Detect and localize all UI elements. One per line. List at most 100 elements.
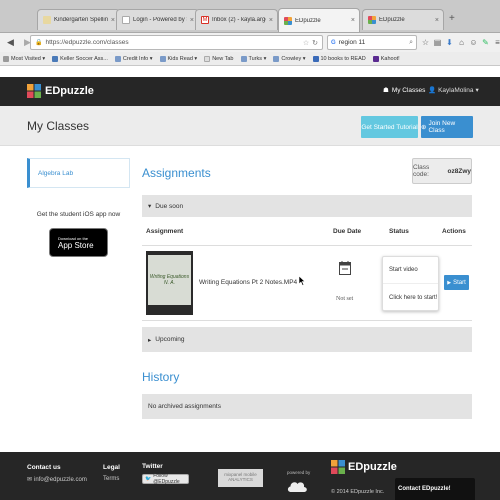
chat-icon[interactable]: ☺ [469,36,478,48]
user-menu[interactable]: 👤 KaylaMolina ▾ [428,86,479,95]
google-icon: G [331,39,336,46]
document-icon [43,16,51,24]
tab-label: Inbox (2) - kayla.argo@ [212,17,266,23]
bookmark-star-icon[interactable]: ☆ [303,39,309,47]
due-date-value: Not set [336,296,354,302]
page-icon [204,55,211,62]
bookmark-label: Turks ▾ [248,55,267,62]
gmail-icon: M [201,16,209,24]
site-icon [312,55,319,62]
bookmark-item[interactable]: Crowley ▾ [273,55,306,62]
status-click-to-start[interactable]: Click here to start! [383,284,438,311]
browser-tab[interactable]: Login - Powered by Skyward × [116,9,199,30]
due-soon-section[interactable]: ▾ Due soon [142,195,472,217]
browser-tab-active[interactable]: EDpuzzle × [278,8,360,32]
status-popover: Start video Click here to start! [382,256,439,311]
search-icon[interactable]: ⌕ [409,39,413,47]
bookmark-item[interactable]: Turks ▾ [240,55,267,62]
twitter-follow-button[interactable]: 🐦 Follow @EDpuzzle [142,473,189,485]
play-icon: ▶ [447,279,452,286]
logo-text: EDpuzzle [45,85,94,97]
get-started-tutorial-button[interactable]: Get Started Tutorial [361,116,418,138]
column-header: Actions [442,228,466,235]
footer-terms-link[interactable]: Terms [103,476,120,482]
browser-tab-bar: Kindergarten Spelling List × Login - Pow… [0,0,500,33]
footer-contact-heading: Contact us [27,464,61,471]
folder-icon [159,55,166,62]
close-icon[interactable]: × [190,17,194,24]
folder-icon [273,55,280,62]
browser-tab[interactable]: Kindergarten Spelling List × [37,9,120,30]
footer-legal-column: Legal Terms [103,464,120,482]
join-new-class-label: Join New Class [428,120,456,134]
powered-by-text: powered by [287,470,311,475]
app-header: EDpuzzle ☗ My Classes 👤 KaylaMolina ▾ [0,77,500,106]
column-header: Status [389,228,409,235]
tab-label: Kindergarten Spelling List [54,17,108,23]
bookmark-item[interactable]: Most Visited ▾ [3,55,45,62]
evernote-icon[interactable]: ✎ [481,36,490,48]
assignment-title[interactable]: Writing Equations Pt 2 Notes.MP4 [199,279,297,286]
bookmark-item[interactable]: Kahoot! [372,55,400,62]
footer-email-link[interactable]: ✉ info@edpuzzle.com [27,476,87,484]
star-icon[interactable]: ☆ [421,36,430,48]
home-icon[interactable]: ⌂ [457,36,466,48]
puzzle-logo-icon [27,84,41,98]
upcoming-section[interactable]: ▸ Upcoming [142,327,472,352]
mixpanel-subtext: ANALYTICS [228,477,253,482]
calendar-icon [339,261,351,275]
footer-twitter-column: Twitter 🐦 Follow @EDpuzzle [142,463,189,485]
bookmark-item[interactable]: Kids Read ▾ [159,55,197,62]
page-title: My Classes [27,119,90,133]
app-store-badge[interactable]: Download on the App Store [49,228,108,257]
sidebar-item-algebra-lab[interactable]: Algebra Lab [27,158,130,188]
bookmarks-bar: Most Visited ▾ Keller Soccer Ass... Cred… [0,52,500,66]
footer-edpuzzle-logo[interactable]: EDpuzzle [331,460,397,474]
close-icon[interactable]: × [435,17,439,24]
mixpanel-badge[interactable]: mixpanel mobile ANALYTICS [218,469,263,487]
assignments-heading: Assignments [142,166,211,180]
menu-icon[interactable]: ≡ [493,36,500,48]
join-new-class-button[interactable]: ⊕ Join New Class [421,116,473,138]
caret-down-icon: ▾ [148,203,152,210]
close-icon[interactable]: × [351,17,355,24]
bookmark-item[interactable]: Keller Soccer Ass... [52,55,108,62]
reading-list-icon[interactable]: ▤ [433,36,442,48]
bookmark-item[interactable]: Credit Info ▾ [114,55,153,62]
browser-tab[interactable]: EDpuzzle × [362,9,444,30]
kahoot-icon [372,55,379,62]
page-header: My Classes Get Started Tutorial ⊕ Join N… [0,106,500,146]
plus-circle-icon: ⊕ [421,124,427,131]
cloud-icon [287,482,307,492]
reload-icon[interactable]: ↻ [312,39,318,47]
status-start-video[interactable]: Start video [383,257,438,284]
edpuzzle-logo[interactable]: EDpuzzle [27,84,94,98]
user-name: KaylaMolina [438,86,474,94]
bookmark-item[interactable]: New Tab [204,55,234,62]
copyright-text: © 2014 EDpuzzle Inc. [331,489,385,495]
browser-toolbar: ◀ ▶ 🔒 https://edpuzzle.com/classes ☆ ↻ G… [0,33,500,52]
video-thumbnail[interactable]: Writing Equations N. A. [146,251,193,315]
close-icon[interactable]: × [111,17,115,24]
tab-label: Login - Powered by Skyward [133,17,187,23]
nav-my-classes[interactable]: ☗ My Classes [383,86,425,95]
bookmark-item[interactable]: 10 books to READ [312,55,366,62]
document-icon [122,16,130,24]
search-input[interactable]: G region 11 ⌕ [327,35,417,50]
bookmark-label: New Tab [212,55,234,62]
new-tab-icon[interactable]: + [449,13,455,24]
contact-edpuzzle-button[interactable]: Contact EDpuzzle! [395,478,475,500]
url-bar[interactable]: 🔒 https://edpuzzle.com/classes ☆ ↻ [30,35,323,50]
chevron-down-icon: ▾ [475,87,479,94]
start-button[interactable]: ▶ Start [444,275,469,290]
history-empty-message: No archived assignments [142,394,472,419]
close-icon[interactable]: × [269,17,273,24]
twitter-follow-label: Follow @EDpuzzle [153,473,180,485]
footer-contact-column: Contact us ✉ info@edpuzzle.com [27,464,87,483]
download-icon[interactable]: ⬇ [445,36,454,48]
browser-tab[interactable]: M Inbox (2) - kayla.argo@ × [195,9,278,30]
upcoming-label: Upcoming [155,336,185,343]
footer-logo-text: EDpuzzle [348,461,397,473]
thumbnail-image: Writing Equations N. A. [148,255,191,305]
back-icon[interactable]: ◀ [4,36,17,49]
